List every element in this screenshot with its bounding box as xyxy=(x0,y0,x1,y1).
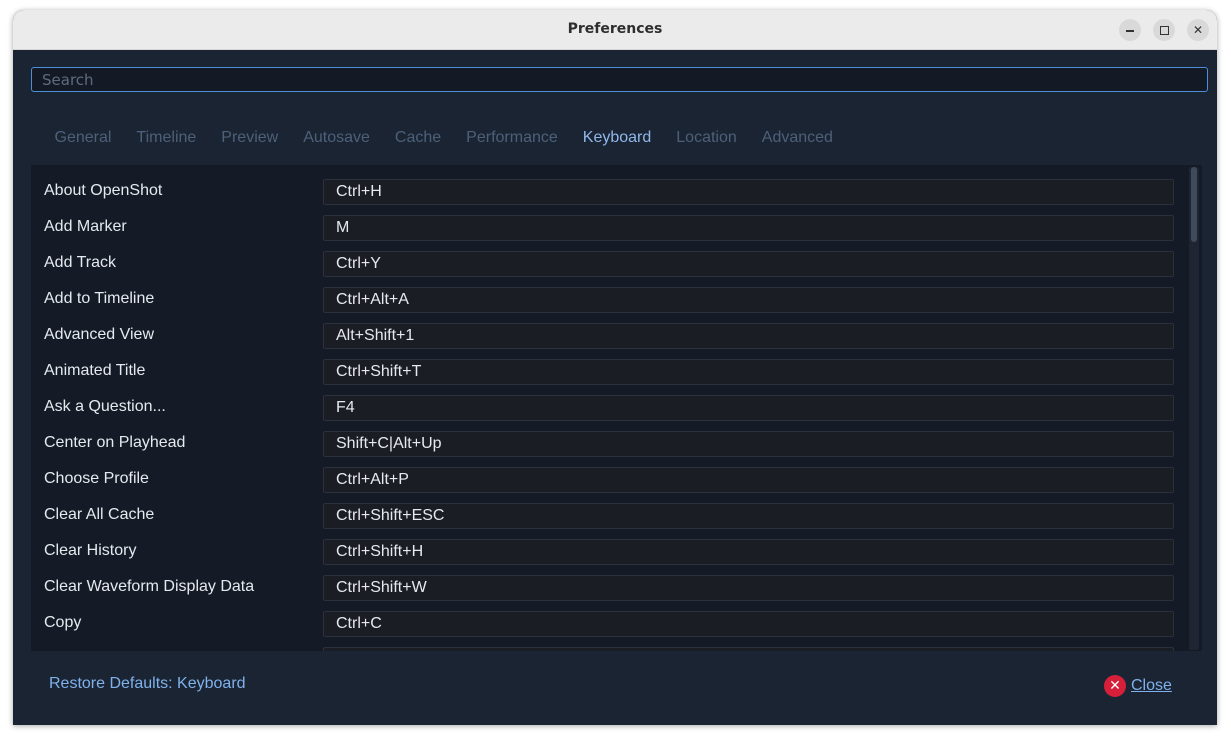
shortcut-action-label: Center on Playhead xyxy=(44,434,186,451)
shortcut-row: About OpenShot Ctrl+H xyxy=(31,174,1191,210)
maximize-button[interactable] xyxy=(1153,19,1175,41)
shortcut-row: Add to Timeline Ctrl+Alt+A xyxy=(31,282,1191,318)
shortcut-action-label: Add Track xyxy=(44,254,117,271)
shortcut-key-field[interactable]: M xyxy=(323,215,1174,241)
window-title: Preferences xyxy=(567,21,663,37)
shortcut-key-field[interactable] xyxy=(323,647,1174,651)
shortcut-row xyxy=(31,642,1191,651)
shortcut-row: Clear History Ctrl+Shift+H xyxy=(31,534,1191,570)
shortcut-key-field[interactable]: Ctrl+Shift+T xyxy=(323,359,1174,385)
shortcut-key-field[interactable]: Shift+C|Alt+Up xyxy=(323,431,1174,457)
tab-cache[interactable]: Cache xyxy=(382,129,453,149)
minimize-button[interactable] xyxy=(1119,19,1141,41)
shortcut-action-label: About OpenShot xyxy=(44,182,163,199)
preferences-window: Preferences ✕ GeneralTimelinePreviewAuto… xyxy=(13,10,1217,725)
close-label: Close xyxy=(1131,677,1172,694)
tab-autosave[interactable]: Autosave xyxy=(291,129,383,149)
close-circle-icon: ✕ xyxy=(1104,675,1126,697)
close-button[interactable]: ✕ Close xyxy=(1104,674,1172,698)
tab-timeline[interactable]: Timeline xyxy=(124,129,209,149)
tab-bar: General Timeline Preview Autosave Cache Perfo… xyxy=(42,129,845,149)
shortcut-action-label: Copy xyxy=(44,614,82,631)
shortcut-action-label: Add to Timeline xyxy=(44,290,155,307)
scrollbar-thumb[interactable] xyxy=(1191,167,1197,242)
shortcut-action-label: Clear All Cache xyxy=(44,506,155,523)
shortcut-key-field[interactable]: Ctrl+C xyxy=(323,611,1174,637)
restore-defaults-button[interactable]: Restore Defaults: Keyboard xyxy=(49,675,246,693)
shortcut-action-label: Ask a Question... xyxy=(44,398,166,415)
tab-keyboard[interactable]: Keyboard xyxy=(570,129,664,149)
shortcut-key-field[interactable]: Ctrl+Shift+ESC xyxy=(323,503,1174,529)
minimize-icon xyxy=(1126,30,1134,32)
tab-general[interactable]: General xyxy=(42,129,124,149)
maximize-icon xyxy=(1160,26,1169,35)
shortcut-action-label: Clear History xyxy=(44,542,137,559)
tab-advanced[interactable]: Advanced xyxy=(749,129,845,149)
tab-location[interactable]: Location xyxy=(664,129,750,149)
shortcut-action-label: Add Marker xyxy=(44,218,127,235)
shortcut-row: Center on Playhead Shift+C|Alt+Up xyxy=(31,426,1191,462)
shortcut-row: Advanced View Alt+Shift+1 xyxy=(31,318,1191,354)
vertical-scrollbar[interactable] xyxy=(1189,167,1199,650)
shortcut-row: Ask a Question... F4 xyxy=(31,390,1191,426)
shortcut-row: Add Track Ctrl+Y xyxy=(31,246,1191,282)
shortcut-key-field[interactable]: Ctrl+Alt+P xyxy=(323,467,1174,493)
window-close-button[interactable]: ✕ xyxy=(1187,19,1209,41)
shortcut-row: Choose Profile Ctrl+Alt+P xyxy=(31,462,1191,498)
close-x-icon: ✕ xyxy=(1192,23,1204,37)
shortcut-action-label: Choose Profile xyxy=(44,470,149,487)
tab-performance[interactable]: Performance xyxy=(454,129,571,149)
preferences-content: GeneralTimelinePreviewAutosaveCachePerfo… xyxy=(13,50,1217,725)
shortcut-list[interactable]: About OpenShot Ctrl+H Add Marker M Add Track… xyxy=(31,165,1202,651)
shortcut-row: Copy Ctrl+C xyxy=(31,606,1191,642)
shortcut-key-field[interactable]: Ctrl+Shift+H xyxy=(323,539,1174,565)
title-bar[interactable]: Preferences ✕ xyxy=(13,10,1217,50)
shortcut-row: Animated Title Ctrl+Shift+T xyxy=(31,354,1191,390)
shortcut-row: Clear Waveform Display Data Ctrl+Shift+W xyxy=(31,570,1191,606)
shortcut-key-field[interactable]: Ctrl+Alt+A xyxy=(323,287,1174,313)
shortcut-key-field[interactable]: Ctrl+Y xyxy=(323,251,1174,277)
shortcut-action-label: Clear Waveform Display Data xyxy=(44,578,255,595)
shortcut-key-field[interactable]: F4 xyxy=(323,395,1174,421)
shortcut-key-field[interactable]: Ctrl+Shift+W xyxy=(323,575,1174,601)
shortcut-key-field[interactable]: Alt+Shift+1 xyxy=(323,323,1174,349)
shortcut-row: Add Marker M xyxy=(31,210,1191,246)
shortcut-row: Clear All Cache Ctrl+Shift+ESC xyxy=(31,498,1191,534)
shortcut-key-field[interactable]: Ctrl+H xyxy=(323,179,1174,205)
shortcut-action-label: Advanced View xyxy=(44,326,154,343)
shortcut-action-label: Animated Title xyxy=(44,362,146,379)
search-input[interactable] xyxy=(31,67,1208,92)
tab-preview[interactable]: Preview xyxy=(209,129,291,149)
